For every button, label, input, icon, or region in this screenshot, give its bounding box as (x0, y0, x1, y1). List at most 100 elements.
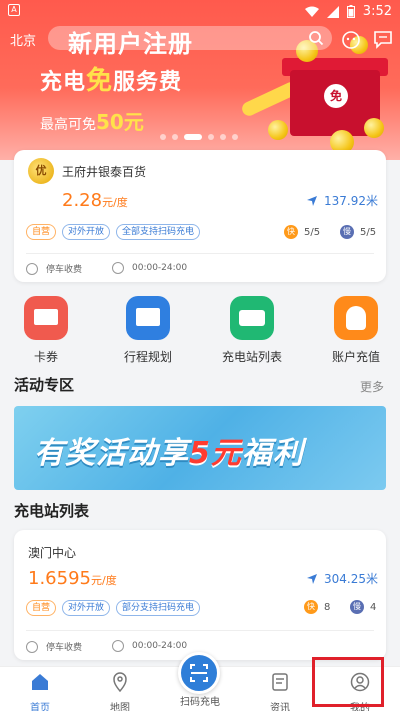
slow-count: 4 (370, 601, 377, 613)
clock-icon (112, 640, 124, 652)
message-icon[interactable] (372, 28, 394, 50)
station-name: 澳门中心 (28, 546, 77, 560)
search-icon (309, 31, 324, 46)
slow-charger-icon: 慢 (340, 225, 354, 239)
station-tags: 自营 对外开放 部分支持扫码充电 (26, 600, 201, 616)
nav-map[interactable]: 地图 (80, 671, 160, 711)
navigate-arrow-icon (307, 573, 317, 584)
search-bar[interactable] (48, 26, 332, 50)
coin-decoration (268, 120, 288, 140)
fast-charger-count: 快 5/5 (284, 225, 320, 239)
hours-info: 00:00-24:00 (112, 262, 187, 274)
home-icon (32, 674, 48, 690)
nav-scan[interactable]: 扫码充电 (160, 693, 240, 708)
battery-icon (346, 5, 355, 18)
quick-action-recharge[interactable]: 账户充值 (312, 296, 400, 365)
nav-label: 地图 (110, 703, 130, 711)
a-app-icon: A (8, 4, 20, 16)
fast-charger-icon: 快 (304, 600, 318, 614)
coupon-icon (24, 296, 68, 340)
carousel-dot (172, 134, 178, 140)
station-list-icon (230, 296, 274, 340)
nav-label: 扫码充电 (180, 697, 220, 708)
clock-icon (112, 262, 124, 274)
slow-charger-count: 慢 4 (350, 600, 376, 614)
nav-home[interactable]: 首页 (0, 671, 80, 711)
fast-count: 8 (324, 601, 331, 613)
chatbot-icon[interactable] (340, 28, 362, 50)
banner-headline-post: 服务费 (113, 70, 183, 95)
quick-action-route-plan[interactable]: 行程规划 (104, 296, 192, 365)
medal-icon: 优 (28, 158, 54, 184)
station-list-title: 充电站列表 (14, 502, 90, 520)
slow-count: 5/5 (360, 226, 377, 238)
station-card[interactable]: 优 王府井银泰百货 2.28元/度 137.92米 自营 对外开放 全部支持扫码… (14, 150, 386, 282)
parking-info: 停车收费 (26, 640, 82, 653)
carousel-dot (232, 134, 238, 140)
tag-scan-support: 全部支持扫码充电 (116, 224, 201, 240)
promo-text: 有奖活动享5元福利 (34, 428, 304, 472)
parking-text: 停车收费 (46, 643, 83, 653)
nav-label: 首页 (30, 703, 50, 711)
slow-charger-count: 慢 5/5 (340, 225, 376, 239)
fast-charger-count: 快 8 (304, 600, 330, 614)
tag-self-operated: 自营 (26, 224, 57, 240)
station-name: 王府井银泰百货 (62, 165, 147, 179)
city-selector[interactable]: 北京 (10, 30, 36, 49)
station-distance[interactable]: 304.25米 (306, 570, 378, 587)
nav-news[interactable]: 资讯 (240, 671, 320, 711)
scan-charge-button[interactable] (178, 652, 220, 694)
hours-text: 00:00-24:00 (132, 641, 188, 651)
quick-action-coupon[interactable]: 卡券 (2, 296, 90, 365)
recharge-icon (334, 296, 378, 340)
divider (26, 630, 374, 631)
carousel-indicator (160, 134, 238, 140)
quick-action-label: 账户充值 (331, 350, 380, 364)
banner-headline-highlight: 免 (86, 66, 114, 96)
news-icon (272, 673, 288, 691)
nav-label: 资讯 (270, 703, 290, 711)
navigate-arrow-icon (307, 195, 317, 206)
promo-text-pre: 有奖活动享 (34, 436, 189, 471)
scan-icon (190, 664, 208, 682)
station-price: 2.28元/度 (62, 190, 128, 211)
activity-promo-banner[interactable]: 有奖活动享5元福利 (14, 406, 386, 490)
banner-subtitle-highlight: 50元 (96, 110, 144, 134)
more-link[interactable]: 更多 (360, 378, 384, 395)
parking-info: 停车收费 (26, 262, 82, 275)
banner-subtitle: 最高可免50元 (40, 106, 144, 135)
distance-value: 304.25米 (324, 572, 378, 586)
highlight-annotation (312, 657, 384, 707)
carousel-dot (220, 134, 226, 140)
price-value: 2.28 (62, 190, 103, 211)
price-value: 1.6595 (28, 568, 91, 589)
station-card[interactable]: 澳门中心 1.6595元/度 304.25米 自营 对外开放 部分支持扫码充电 … (14, 530, 386, 660)
tag-open: 对外开放 (62, 224, 111, 240)
signal-icon (326, 5, 339, 18)
parking-pin-icon (26, 262, 38, 275)
status-time: 3:52 (362, 4, 392, 19)
activity-section-title: 活动专区 (14, 376, 75, 394)
status-icons: 3:52 (304, 4, 392, 19)
distance-value: 137.92米 (324, 194, 378, 208)
carousel-dot (208, 134, 214, 140)
station-distance[interactable]: 137.92米 (306, 192, 378, 209)
promo-text-post: 福利 (241, 436, 304, 471)
route-plan-icon (126, 296, 170, 340)
banner-headline: 充电免服务费 (40, 60, 182, 97)
tag-open: 对外开放 (62, 600, 111, 616)
slow-charger-icon: 慢 (350, 600, 364, 614)
quick-action-station-list[interactable]: 充电站列表 (208, 296, 296, 365)
station-price: 1.6595元/度 (28, 568, 117, 589)
banner-subtitle-pre: 最高可免 (40, 117, 96, 133)
status-bar: A 3:52 (0, 0, 400, 24)
parking-text: 停车收费 (46, 265, 83, 275)
fast-count: 5/5 (304, 226, 321, 238)
price-unit: 元/度 (102, 196, 128, 209)
quick-action-label: 行程规划 (123, 350, 172, 364)
banner-headline-pre: 充电 (40, 70, 87, 95)
quick-action-label: 充电站列表 (221, 350, 282, 364)
carousel-dot-active (184, 134, 202, 140)
promo-banner[interactable]: 免 新用户注册 充电免服务费 最高可免50元 (0, 0, 400, 160)
hours-text: 00:00-24:00 (132, 263, 188, 273)
